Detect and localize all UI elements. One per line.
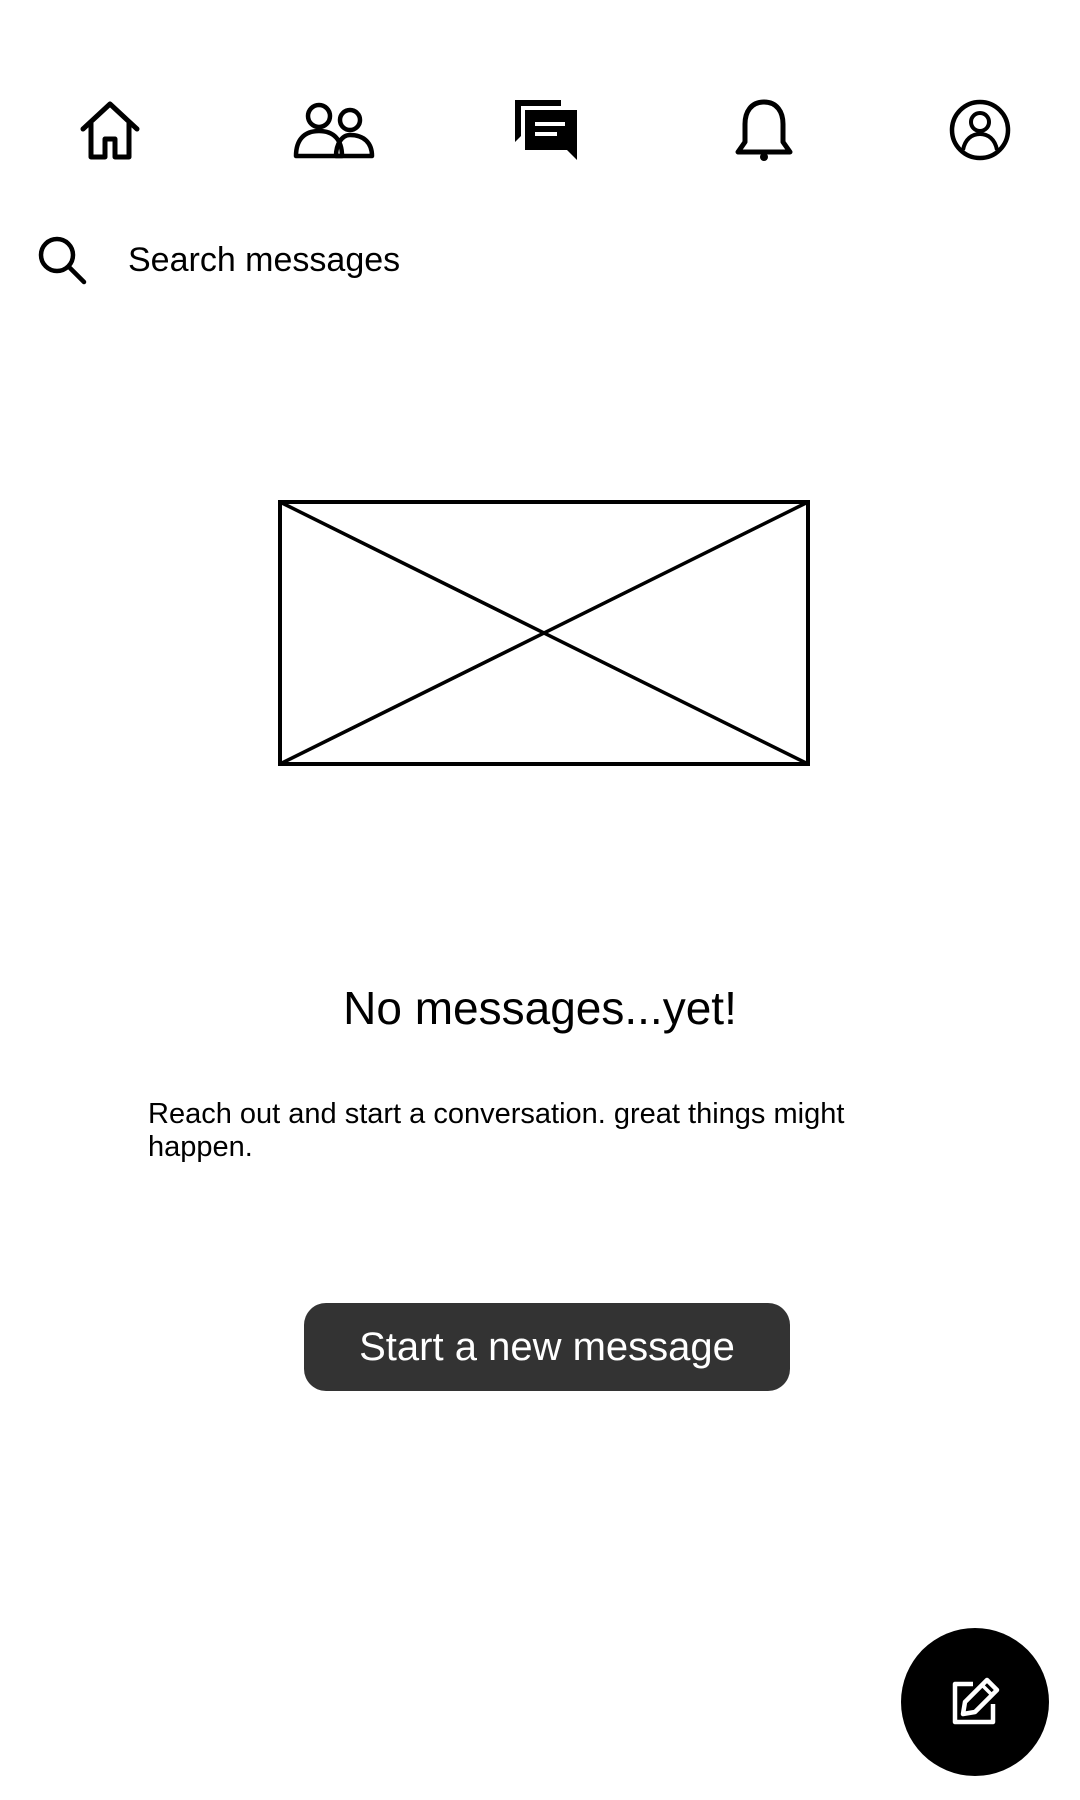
empty-state-title: No messages...yet! [343,982,737,1034]
compose-fab[interactable] [901,1628,1049,1776]
nav-notifications[interactable] [724,95,804,165]
nav-messages[interactable] [506,95,586,165]
nav-home[interactable] [70,95,150,165]
profile-icon [949,99,1011,161]
home-icon [80,101,140,160]
empty-state-description: Reach out and start a conversation. grea… [148,1098,845,1163]
compose-icon [952,1677,1000,1725]
image-placeholder-icon [278,500,810,766]
messages-icon [515,100,577,160]
bell-icon [735,99,793,161]
nav-people[interactable] [286,95,382,165]
start-new-message-label: Start a new message [359,1324,735,1369]
search-bar [36,225,936,295]
search-icon[interactable] [36,234,88,286]
top-navigation [0,95,1080,165]
start-new-message-button[interactable]: Start a new message [304,1303,790,1391]
nav-profile[interactable] [940,95,1020,165]
search-input[interactable] [128,240,728,280]
empty-state-image [278,500,810,766]
people-icon [293,102,375,159]
